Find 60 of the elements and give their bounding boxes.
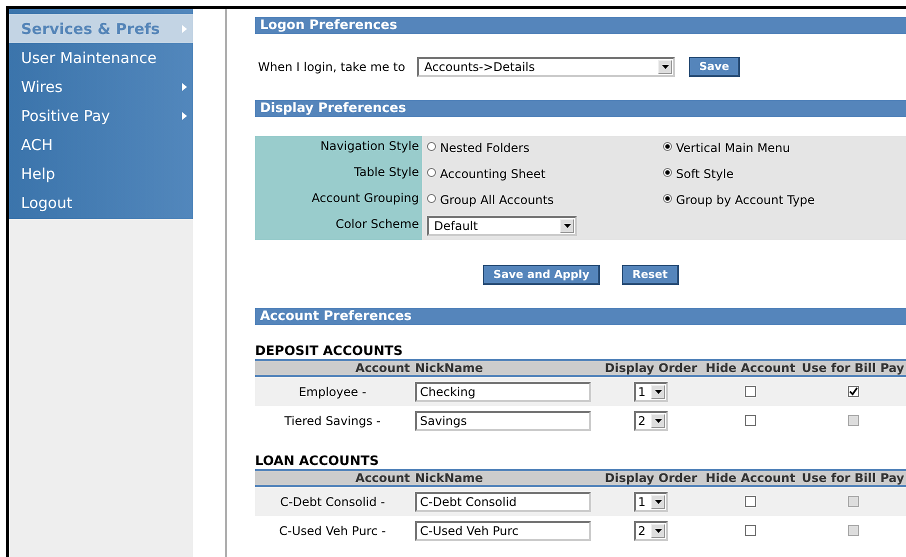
radio-button[interactable] [427, 168, 436, 176]
order-select[interactable]: 2 [634, 410, 668, 430]
column-header: Display Order [604, 361, 698, 375]
order-select[interactable]: 2 [634, 520, 668, 540]
column-header: NickName [414, 471, 484, 485]
group-title: DEPOSIT ACCOUNTS [255, 345, 404, 359]
column-header: Hide Account [704, 471, 796, 485]
section-header: Account Preferences [255, 308, 906, 325]
menu-item[interactable]: Wires [9, 72, 193, 101]
nickname-field[interactable]: Savings [415, 410, 591, 430]
preference-label: Navigation Style [320, 139, 419, 153]
order-select[interactable]: 1 [634, 492, 668, 512]
section-header: Logon Preferences [255, 17, 906, 34]
table-cell: Employee - [298, 384, 366, 398]
column-header: Account [354, 361, 410, 375]
radio-button[interactable] [427, 142, 436, 150]
menu-item[interactable]: Positive Pay [9, 101, 193, 130]
column-header: Display Order [604, 471, 698, 485]
radio-button[interactable] [663, 168, 672, 176]
preference-label: Table Style [354, 165, 419, 179]
column-header: Hide Account [704, 361, 796, 375]
option-label: Soft Style [676, 167, 734, 181]
reset-button[interactable]: Reset [622, 265, 679, 285]
group-title: LOAN ACCOUNTS [255, 455, 380, 469]
start-page-select[interactable]: Accounts->Details [417, 57, 676, 77]
checkbox[interactable] [745, 415, 756, 426]
color-scheme-select[interactable]: Default [427, 216, 577, 236]
radio-button[interactable] [427, 194, 436, 202]
radio-button[interactable] [663, 194, 672, 202]
column-header: NickName [414, 361, 484, 375]
table-cell: C-Debt Consolid - [280, 494, 385, 508]
option-label: Vertical Main Menu [676, 141, 790, 155]
menu-item[interactable]: Logout [9, 188, 193, 217]
menu-item[interactable]: ACH [9, 130, 193, 159]
table-cell: Tiered Savings - [284, 414, 381, 428]
preference-label: Account Grouping [312, 191, 419, 205]
checkbox[interactable] [745, 496, 756, 507]
section-header: Display Preferences [255, 100, 906, 117]
save-and-apply-button[interactable]: Save and Apply [483, 265, 600, 285]
order-select[interactable]: 1 [634, 382, 668, 402]
checkbox[interactable] [745, 386, 756, 397]
table-cell: C-Used Veh Purc - [279, 524, 386, 538]
menu-item[interactable]: Help [9, 159, 193, 188]
option-label: Group by Account Type [676, 193, 815, 207]
preference-label: Color Scheme [336, 217, 419, 231]
login-label: When I login, take me to [258, 60, 406, 74]
radio-button[interactable] [663, 142, 672, 150]
option-label: Accounting Sheet [440, 167, 546, 181]
checkbox[interactable] [745, 525, 756, 536]
nickname-field[interactable]: C-Used Veh Purc [415, 520, 591, 540]
column-header: Account [354, 471, 410, 485]
option-label: Group All Accounts [440, 193, 554, 207]
column-header: Use for Bill Pay [800, 361, 906, 375]
nickname-field[interactable]: Checking [415, 382, 591, 402]
option-label: Nested Folders [440, 141, 530, 155]
menu-item[interactable]: User Maintenance [9, 43, 193, 72]
save-button[interactable]: Save [689, 57, 740, 77]
nickname-field[interactable]: C-Debt Consolid [415, 492, 591, 512]
column-header: Use for Bill Pay [800, 471, 906, 485]
checkbox[interactable] [848, 386, 858, 397]
